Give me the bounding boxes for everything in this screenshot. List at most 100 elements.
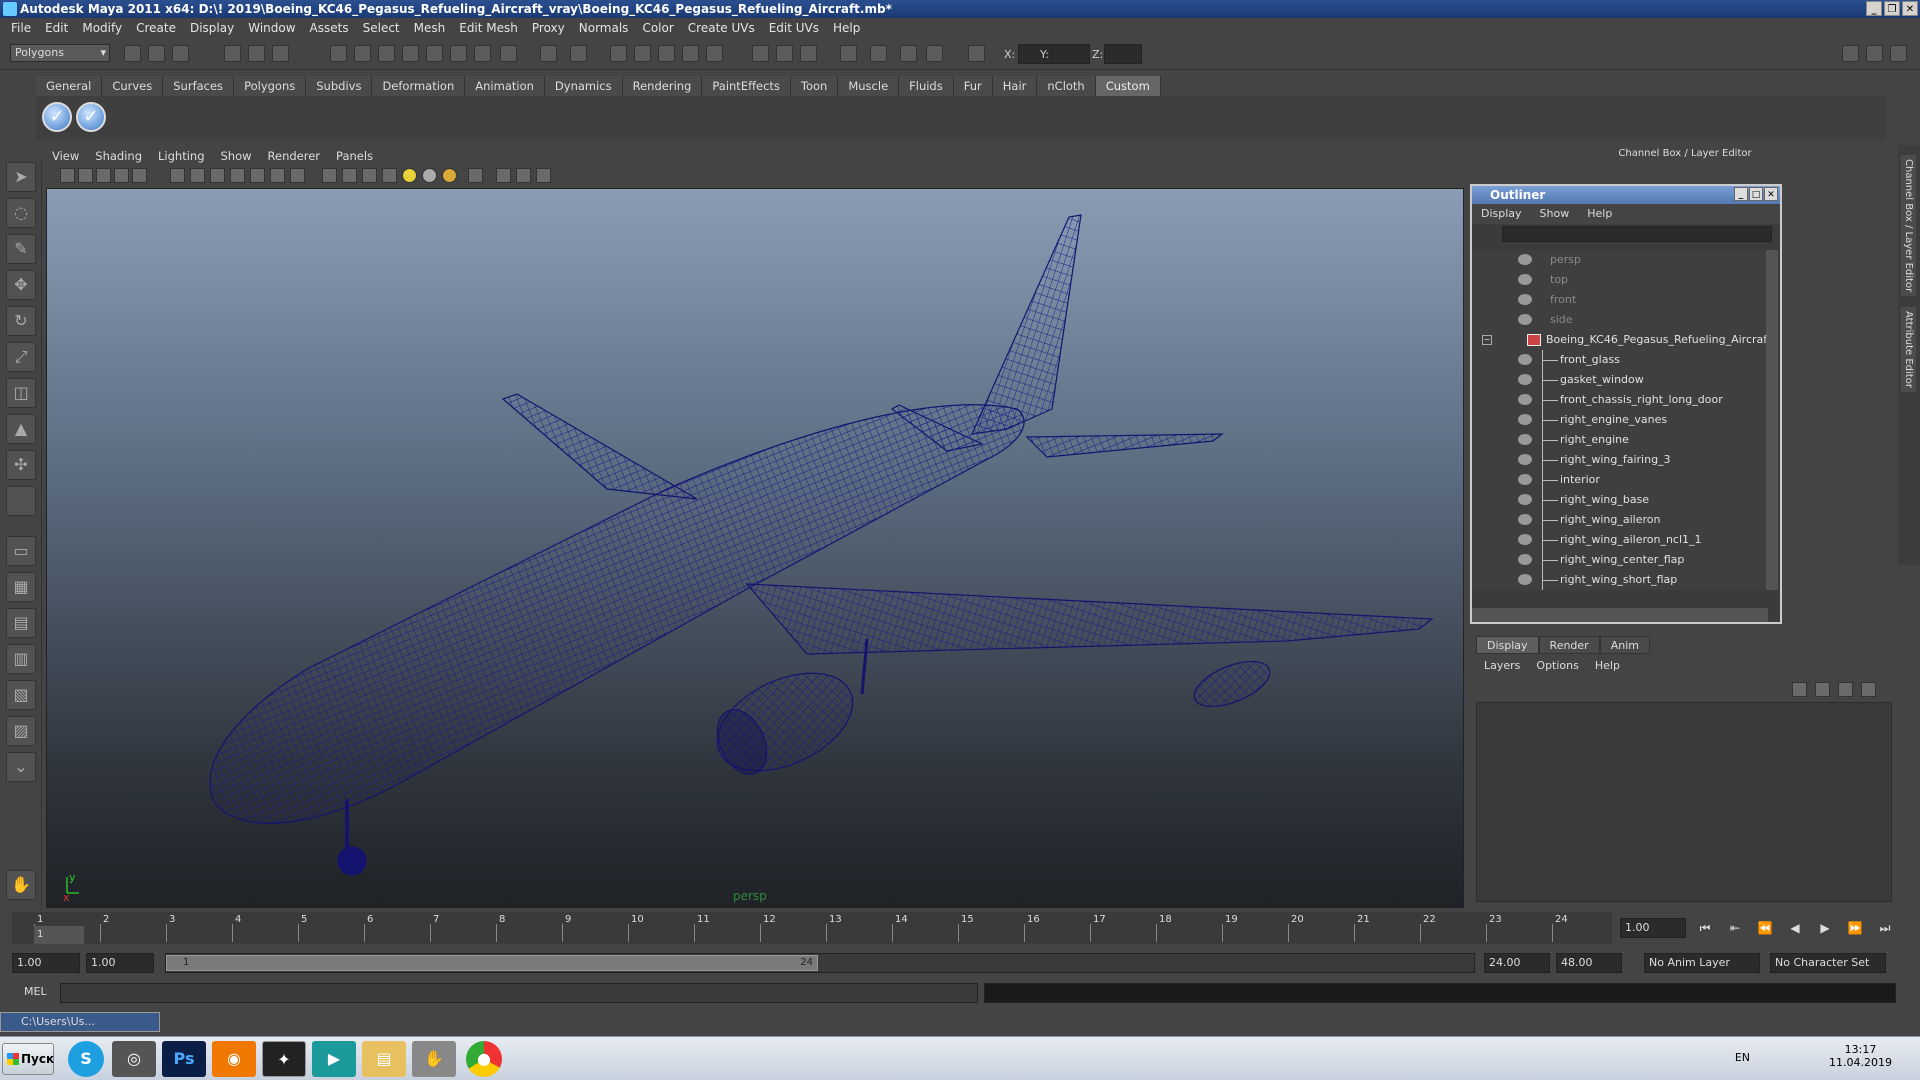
all-lights-icon[interactable] [422, 168, 437, 183]
safe-title-icon[interactable] [290, 168, 305, 183]
hypershade-icon[interactable] [682, 45, 699, 62]
history-icon[interactable] [450, 45, 467, 62]
layer-list[interactable] [1476, 702, 1892, 902]
list-item[interactable]: right_wing_center_flap [1472, 550, 1768, 570]
outliner-menu-show[interactable]: Show [1531, 204, 1579, 224]
cache-icon[interactable] [800, 45, 817, 62]
animation-start-field[interactable]: 1.00 [12, 953, 80, 973]
shelf-tab-subdivs[interactable]: Subdivs [306, 76, 373, 96]
check-icon[interactable]: ✓ [42, 102, 72, 132]
new-layer-icon[interactable] [1838, 682, 1853, 697]
go-to-start-icon[interactable]: ⏮ [1694, 918, 1716, 938]
list-item[interactable]: right_wing_aileron_ncl1_1 [1472, 530, 1768, 550]
playback-end-field[interactable]: 24.00 [1484, 953, 1550, 973]
two-d-pan-icon[interactable] [132, 168, 147, 183]
more-layouts-icon[interactable]: ⌄ [6, 752, 36, 782]
list-item[interactable]: right_engine_vanes [1472, 410, 1768, 430]
outliner-menu-help[interactable]: Help [1578, 204, 1621, 224]
playback-start-field[interactable]: 1.00 [86, 953, 154, 973]
show-attribute-editor-icon[interactable] [1842, 45, 1859, 62]
menu-proxy[interactable]: Proxy [525, 18, 572, 38]
smooth-shade-icon[interactable] [342, 168, 357, 183]
high-quality-icon[interactable] [536, 168, 551, 183]
snap-grid-icon[interactable] [330, 45, 347, 62]
language-indicator[interactable]: EN [1735, 1051, 1750, 1064]
outliner-minimize-button[interactable]: _ [1734, 187, 1748, 201]
outliner-close-button[interactable]: ✕ [1764, 187, 1778, 201]
camera-attributes-icon[interactable] [78, 168, 93, 183]
menu-modify[interactable]: Modify [75, 18, 129, 38]
image-plane-icon[interactable] [114, 168, 129, 183]
shelf-tab-fluids[interactable]: Fluids [899, 76, 954, 96]
shelf-tab-polygons[interactable]: Polygons [234, 76, 307, 96]
shadows-icon[interactable] [442, 168, 457, 183]
app-icon[interactable]: ▶ [312, 1041, 356, 1077]
gate-mask-icon[interactable] [230, 168, 245, 183]
list-item[interactable]: top [1472, 270, 1768, 290]
time-slider[interactable]: 1 2 3 4 5 6 7 8 9 10 11 12 13 14 15 16 17 18 19 20 21 22 23 24 1 [12, 912, 1612, 944]
current-frame-field[interactable]: 1.00 [1620, 918, 1686, 938]
shelf-tab-painteffects[interactable]: PaintEffects [702, 76, 791, 96]
help-icon[interactable] [500, 45, 517, 62]
ipr-render-icon[interactable] [634, 45, 651, 62]
shelf-tab-ncloth[interactable]: nCloth [1037, 76, 1096, 96]
grid-icon[interactable] [170, 168, 185, 183]
x-field[interactable] [1018, 44, 1056, 64]
check-icon[interactable]: ✓ [76, 102, 106, 132]
menu-edit[interactable]: Edit [38, 18, 75, 38]
shelf-tab-curves[interactable]: Curves [102, 76, 164, 96]
app-icon[interactable]: ✋ [412, 1041, 456, 1077]
xray-icon[interactable] [496, 168, 511, 183]
shelf-tab-toon[interactable]: Toon [790, 76, 839, 96]
list-item[interactable]: front_glass [1472, 350, 1768, 370]
range-slider[interactable]: 1 24 [165, 953, 1475, 973]
output-ops-icon[interactable] [776, 45, 793, 62]
outliner-menu-display[interactable]: Display [1472, 204, 1531, 224]
move-layer-down-icon[interactable] [1815, 682, 1830, 697]
start-button[interactable]: Пуск [2, 1043, 54, 1075]
layer-menu-layers[interactable]: Layers [1476, 657, 1528, 675]
custom-layout-icon[interactable]: ▨ [6, 716, 36, 746]
move-tool-icon[interactable]: ✥ [6, 270, 36, 300]
menu-select[interactable]: Select [356, 18, 407, 38]
select-camera-icon[interactable] [60, 168, 75, 183]
shelf-tab-dynamics[interactable]: Dynamics [544, 76, 623, 96]
wireframe-on-shaded-icon[interactable] [362, 168, 377, 183]
list-item[interactable]: persp [1472, 250, 1768, 270]
universal-manip-icon[interactable]: ◫ [6, 378, 36, 408]
play-forward-icon[interactable]: ▶ [1814, 918, 1836, 938]
snap-plane-icon[interactable] [402, 45, 419, 62]
uv-editor-icon[interactable] [840, 45, 857, 62]
camera-icon[interactable] [926, 45, 943, 62]
single-view-layout-icon[interactable]: ▭ [6, 536, 36, 566]
photoshop-icon[interactable]: Ps [162, 1041, 206, 1077]
construction-history-icon[interactable] [474, 45, 491, 62]
shelf-tab-rendering[interactable]: Rendering [622, 76, 703, 96]
menu-edit-mesh[interactable]: Edit Mesh [452, 18, 525, 38]
resolution-gate-icon[interactable] [210, 168, 225, 183]
perspective-viewport[interactable]: x y persp [46, 188, 1464, 908]
textured-icon[interactable] [382, 168, 397, 183]
menu-file[interactable]: File [4, 18, 38, 38]
tab-display[interactable]: Display [1476, 636, 1539, 654]
list-item[interactable]: − Boeing_KC46_Pegasus_Refueling_Aircraft [1472, 330, 1768, 350]
new-layer-selected-icon[interactable] [1861, 682, 1876, 697]
rotate-tool-icon[interactable]: ↻ [6, 306, 36, 336]
graph-icon[interactable] [870, 45, 887, 62]
app-icon[interactable]: ✦ [262, 1041, 306, 1077]
tab-render[interactable]: Render [1538, 636, 1600, 654]
menu-help[interactable]: Help [826, 18, 867, 38]
safe-action-icon[interactable] [270, 168, 285, 183]
save-scene-icon[interactable] [172, 45, 189, 62]
explorer-icon[interactable]: ▤ [362, 1041, 406, 1077]
select-component-icon[interactable] [272, 45, 289, 62]
mel-label[interactable]: MEL [24, 985, 47, 998]
range-slider-handle[interactable]: 1 24 [166, 955, 818, 971]
outliner-vertical-scrollbar[interactable] [1766, 250, 1778, 590]
shelf-tab-deformation[interactable]: Deformation [372, 76, 466, 96]
list-item[interactable]: interior [1472, 470, 1768, 490]
hypershade-layout-icon[interactable]: ▧ [6, 680, 36, 710]
menu-mesh[interactable]: Mesh [407, 18, 453, 38]
shelf-tab-hair[interactable]: Hair [992, 76, 1038, 96]
layer-menu-help[interactable]: Help [1587, 657, 1628, 675]
